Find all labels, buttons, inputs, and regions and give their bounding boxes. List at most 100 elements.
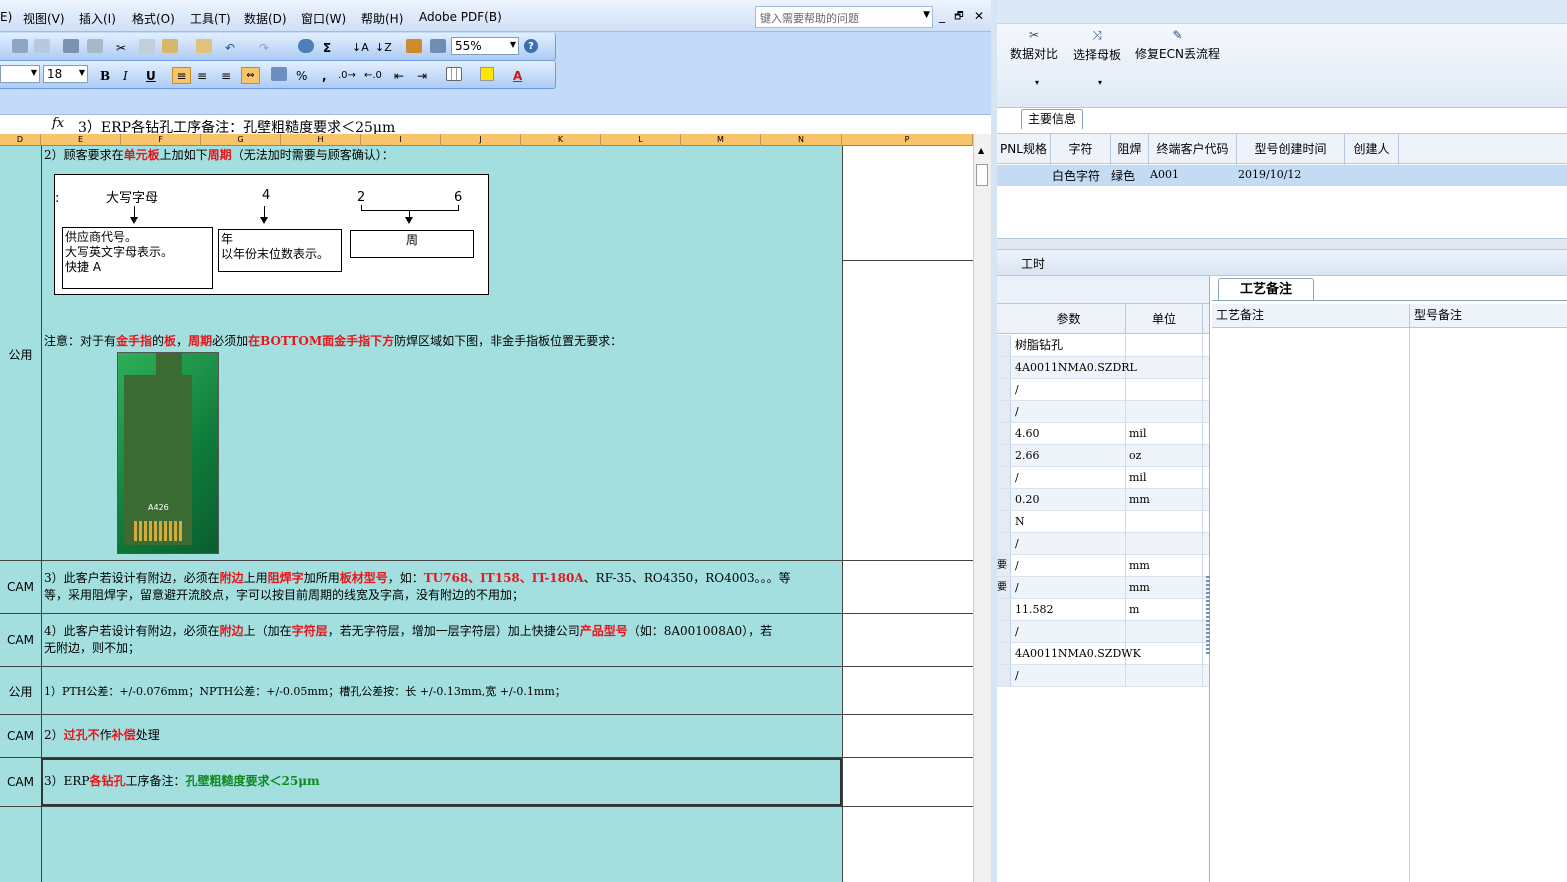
tab-craft-remarks[interactable]: 工艺备注 <box>1218 278 1314 300</box>
table-row[interactable]: / <box>997 401 1209 423</box>
table-row[interactable]: CAM 3）ERP各钻孔工序备注：孔壁粗糙度要求＜25μm <box>0 758 973 807</box>
column-header[interactable]: G <box>201 134 281 146</box>
sort-descending-icon[interactable]: ↓Z <box>375 39 392 56</box>
menu-edit[interactable]: E) <box>0 10 12 24</box>
param-unit-cell[interactable]: mm <box>1126 577 1203 599</box>
percent-icon[interactable]: % <box>296 67 307 84</box>
data-compare-button[interactable]: ✂ 数据对比 <box>1010 28 1058 62</box>
table-row[interactable]: 公用 2）顾客要求在单元板上加如下周期（无法加时需要与顾客确认）： : 大写字母… <box>0 146 973 561</box>
row-selector[interactable] <box>997 401 1011 422</box>
chevron-down-icon[interactable]: ▾ <box>1035 78 1039 87</box>
table-row[interactable]: 白色字符 绿色 A001 2019/10/12 <box>997 165 1567 186</box>
cut-icon[interactable]: ✂ <box>116 39 126 56</box>
spelling-icon[interactable] <box>63 39 79 53</box>
row-selector[interactable] <box>997 599 1011 620</box>
redo-icon[interactable]: ↷ <box>259 39 269 56</box>
menu-data[interactable]: 数据(D) <box>244 10 287 27</box>
param-value-cell[interactable]: / <box>1012 401 1126 423</box>
param-unit-cell[interactable]: oz <box>1126 445 1203 467</box>
param-unit-cell[interactable] <box>1126 335 1203 357</box>
column-header[interactable]: PNL规格 <box>997 134 1051 165</box>
model-remarks-cell[interactable] <box>1410 328 1567 882</box>
table-row[interactable]: 公用 1）PTH公差：+/-0.076mm；NPTH公差：+/-0.05mm；槽… <box>0 667 973 715</box>
menu-adobe-pdf[interactable]: Adobe PDF(B) <box>419 10 502 24</box>
decrease-indent-icon[interactable]: ⇤ <box>394 67 404 84</box>
param-unit-cell[interactable]: m <box>1126 599 1203 621</box>
currency-icon[interactable] <box>271 67 287 81</box>
row-selector[interactable] <box>997 533 1011 554</box>
column-header[interactable]: 单位 <box>1126 304 1203 334</box>
column-header[interactable]: 工艺备注 <box>1212 304 1410 328</box>
menu-insert[interactable]: 插入(I) <box>79 10 116 27</box>
row-selector[interactable] <box>997 489 1011 510</box>
minimize-button[interactable]: _ <box>935 9 949 23</box>
param-unit-cell[interactable]: mil <box>1126 467 1203 489</box>
column-header[interactable]: H <box>281 134 361 146</box>
splitter[interactable] <box>997 238 1567 250</box>
comma-style-icon[interactable]: , <box>322 67 327 84</box>
column-header[interactable]: 参数 <box>1012 304 1126 334</box>
chevron-down-icon[interactable]: ▼ <box>31 68 37 77</box>
chevron-down-icon[interactable]: ▼ <box>923 10 930 20</box>
param-unit-cell[interactable] <box>1126 665 1203 687</box>
param-unit-cell[interactable] <box>1126 643 1203 665</box>
vertical-scrollbar[interactable]: ▲ <box>973 134 991 882</box>
param-value-cell[interactable]: N <box>1012 511 1126 533</box>
row-selector[interactable] <box>997 335 1011 356</box>
column-header[interactable]: I <box>361 134 441 146</box>
param-unit-cell[interactable]: mil <box>1126 423 1203 445</box>
param-value-cell[interactable]: / <box>1012 577 1126 599</box>
menu-help[interactable]: 帮助(H) <box>361 10 403 27</box>
param-unit-cell[interactable] <box>1126 621 1203 643</box>
table-row[interactable]: / <box>997 379 1209 401</box>
param-unit-cell[interactable]: mm <box>1126 489 1203 511</box>
column-header[interactable]: 终端客户代码 <box>1149 134 1237 165</box>
param-value-cell[interactable]: / <box>1012 555 1126 577</box>
param-unit-cell[interactable] <box>1126 379 1203 401</box>
increase-indent-icon[interactable]: ⇥ <box>417 67 427 84</box>
table-row[interactable]: 4A0011NMA0.SZDRL <box>997 357 1209 379</box>
print-icon[interactable] <box>12 39 28 53</box>
repair-ecn-button[interactable]: ✎ 修复ECN丢流程 <box>1135 28 1220 62</box>
copy-icon[interactable] <box>139 39 155 53</box>
function-icon[interactable]: fx <box>52 116 64 131</box>
font-name-combo[interactable]: ▼ <box>0 65 40 83</box>
italic-button[interactable]: I <box>123 67 128 84</box>
chevron-down-icon[interactable]: ▾ <box>1098 78 1102 87</box>
undo-icon[interactable]: ↶ <box>225 39 235 56</box>
restore-button[interactable]: 🗗 <box>952 9 966 26</box>
align-center-icon[interactable]: ≡ <box>197 67 207 84</box>
param-value-cell[interactable]: 0.20 <box>1012 489 1126 511</box>
bold-button[interactable]: B <box>100 67 110 84</box>
column-header[interactable]: E <box>41 134 121 146</box>
param-unit-cell[interactable] <box>1126 511 1203 533</box>
column-header[interactable]: P <box>842 134 973 146</box>
param-unit-cell[interactable] <box>1126 533 1203 555</box>
param-unit-cell[interactable]: mm <box>1126 555 1203 577</box>
column-header[interactable]: N <box>761 134 842 146</box>
font-color-icon[interactable]: A <box>513 67 522 84</box>
format-painter-icon[interactable] <box>196 39 212 53</box>
column-header[interactable]: 字符 <box>1051 134 1111 165</box>
borders-icon[interactable] <box>446 67 462 81</box>
chevron-down-icon[interactable]: ▼ <box>79 68 85 77</box>
param-value-cell[interactable]: / <box>1012 533 1126 555</box>
decrease-decimal-icon[interactable]: ←.0 <box>364 67 382 84</box>
merge-center-icon[interactable]: ⇔ <box>241 67 260 84</box>
param-unit-cell[interactable] <box>1126 401 1203 423</box>
align-left-icon[interactable]: ≡ <box>172 67 191 84</box>
param-unit-cell[interactable] <box>1126 357 1203 379</box>
param-value-cell[interactable]: 树脂钻孔 <box>1012 335 1126 357</box>
chevron-down-icon[interactable]: ▼ <box>510 40 516 49</box>
print-preview-icon[interactable] <box>34 39 50 53</box>
pane-resize-handle[interactable] <box>1206 576 1210 656</box>
column-header[interactable]: L <box>601 134 681 146</box>
chart-wizard-icon[interactable] <box>406 39 422 53</box>
table-row[interactable]: 11.582 m <box>997 599 1209 621</box>
table-row[interactable]: / mil <box>997 467 1209 489</box>
row-selector[interactable] <box>997 467 1011 488</box>
row-selector[interactable] <box>997 511 1011 532</box>
research-icon[interactable] <box>87 39 103 53</box>
scroll-thumb[interactable] <box>976 164 988 186</box>
selected-cell-border[interactable] <box>41 758 842 806</box>
